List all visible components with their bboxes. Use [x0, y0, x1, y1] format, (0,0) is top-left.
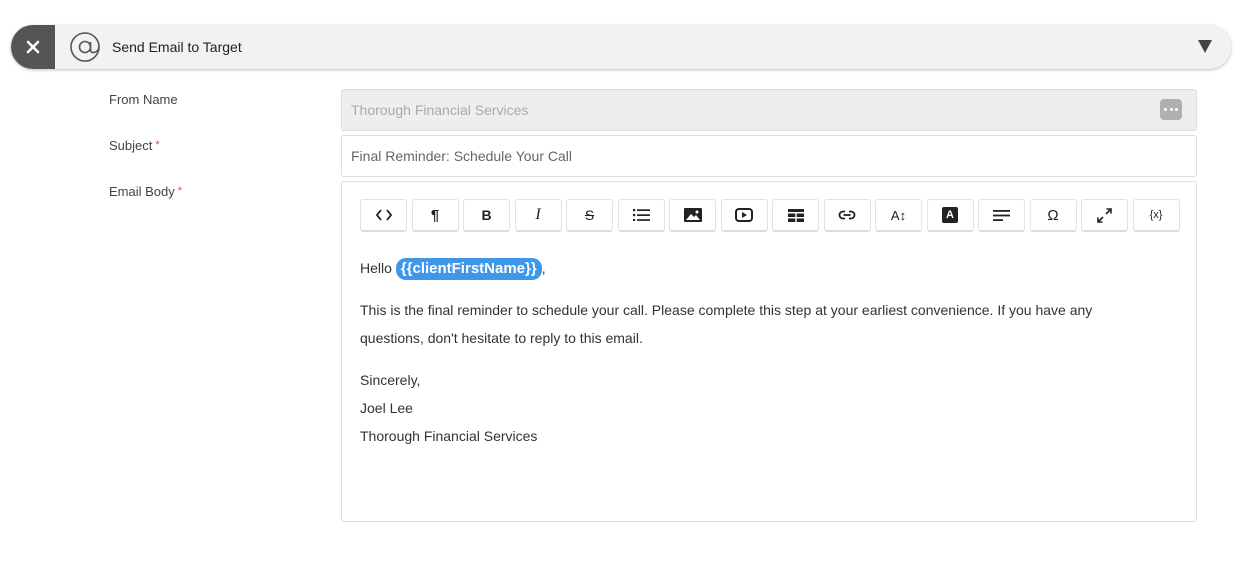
dot-icon [1174, 108, 1178, 111]
close-icon [26, 40, 40, 54]
signature-name: Joel Lee [360, 400, 413, 416]
unordered-list-button[interactable] [617, 199, 665, 232]
subject-label-text: Subject [109, 138, 153, 153]
image-icon [683, 208, 702, 222]
email-body-label-text: Email Body [109, 184, 175, 199]
dot-icon [1164, 108, 1168, 111]
greeting-suffix: , [541, 260, 546, 276]
closing-text: Sincerely, [360, 372, 421, 388]
italic-button[interactable]: I [514, 199, 562, 232]
required-mark: * [155, 139, 160, 151]
from-name-field[interactable] [341, 89, 1197, 131]
code-view-icon [375, 209, 392, 221]
link-button[interactable] [823, 199, 871, 232]
video-button[interactable] [720, 199, 768, 232]
signature-company: Thorough Financial Services [360, 428, 538, 444]
more-options-button[interactable] [1160, 99, 1182, 120]
font-color-button[interactable]: A [926, 199, 974, 232]
header-title: Send Email to Target [112, 39, 242, 55]
table-button[interactable] [772, 199, 819, 232]
strikethrough-icon: S [584, 207, 595, 223]
strikethrough-button[interactable]: S [566, 199, 613, 232]
table-icon [787, 208, 804, 222]
italic-icon: I [535, 206, 541, 223]
email-body-label: Email Body * [109, 184, 182, 199]
variable-chip[interactable]: {{clientFirstName}} [395, 258, 542, 280]
bold-button[interactable]: B [463, 199, 510, 232]
paragraph-icon: ¶ [430, 206, 440, 224]
code-view-button[interactable] [360, 199, 407, 232]
greeting-line: Hello {{clientFirstName}}, [360, 254, 1116, 282]
align-left-icon [993, 209, 1010, 221]
close-button[interactable] [11, 25, 55, 69]
required-mark: * [177, 185, 183, 197]
body-paragraph: This is the final reminder to schedule y… [360, 302, 1093, 346]
font-color-icon: A [942, 207, 958, 223]
expand-icon [1097, 207, 1112, 223]
paragraph-button[interactable]: ¶ [411, 199, 459, 232]
bold-icon: B [481, 207, 492, 223]
editor-content[interactable]: Hello {{clientFirstName}}, This is the f… [360, 254, 1116, 450]
action-header: Send Email to Target [11, 25, 1231, 69]
variable-icon: {x} [1149, 209, 1163, 221]
font-color-letter: A [946, 209, 954, 221]
video-icon [735, 208, 753, 222]
align-button[interactable] [978, 199, 1025, 232]
list-icon [632, 209, 650, 221]
greeting-text: Hello [360, 260, 392, 276]
special-character-button[interactable]: Ω [1029, 199, 1077, 232]
link-icon [838, 210, 856, 220]
rich-text-editor[interactable]: ¶ B I S A↕ A Ω {x} Hello {{clientFirstNa… [341, 181, 1197, 522]
subject-field[interactable] [341, 135, 1197, 177]
triangle-down-icon [1198, 40, 1212, 53]
editor-toolbar: ¶ B I S A↕ A Ω {x} [360, 199, 1184, 233]
image-button[interactable] [669, 199, 716, 232]
fullscreen-button[interactable] [1081, 199, 1128, 232]
subject-label: Subject * [109, 138, 160, 153]
omega-icon: Ω [1047, 206, 1059, 224]
insert-variable-button[interactable]: {x} [1132, 199, 1180, 232]
font-size-icon: A↕ [890, 207, 907, 223]
collapse-button[interactable] [1197, 38, 1213, 56]
from-name-label-text: From Name [109, 92, 178, 107]
font-size-button[interactable]: A↕ [875, 199, 922, 232]
dot-icon [1169, 108, 1173, 111]
from-name-label: From Name [109, 92, 178, 107]
at-sign-icon [69, 31, 101, 63]
